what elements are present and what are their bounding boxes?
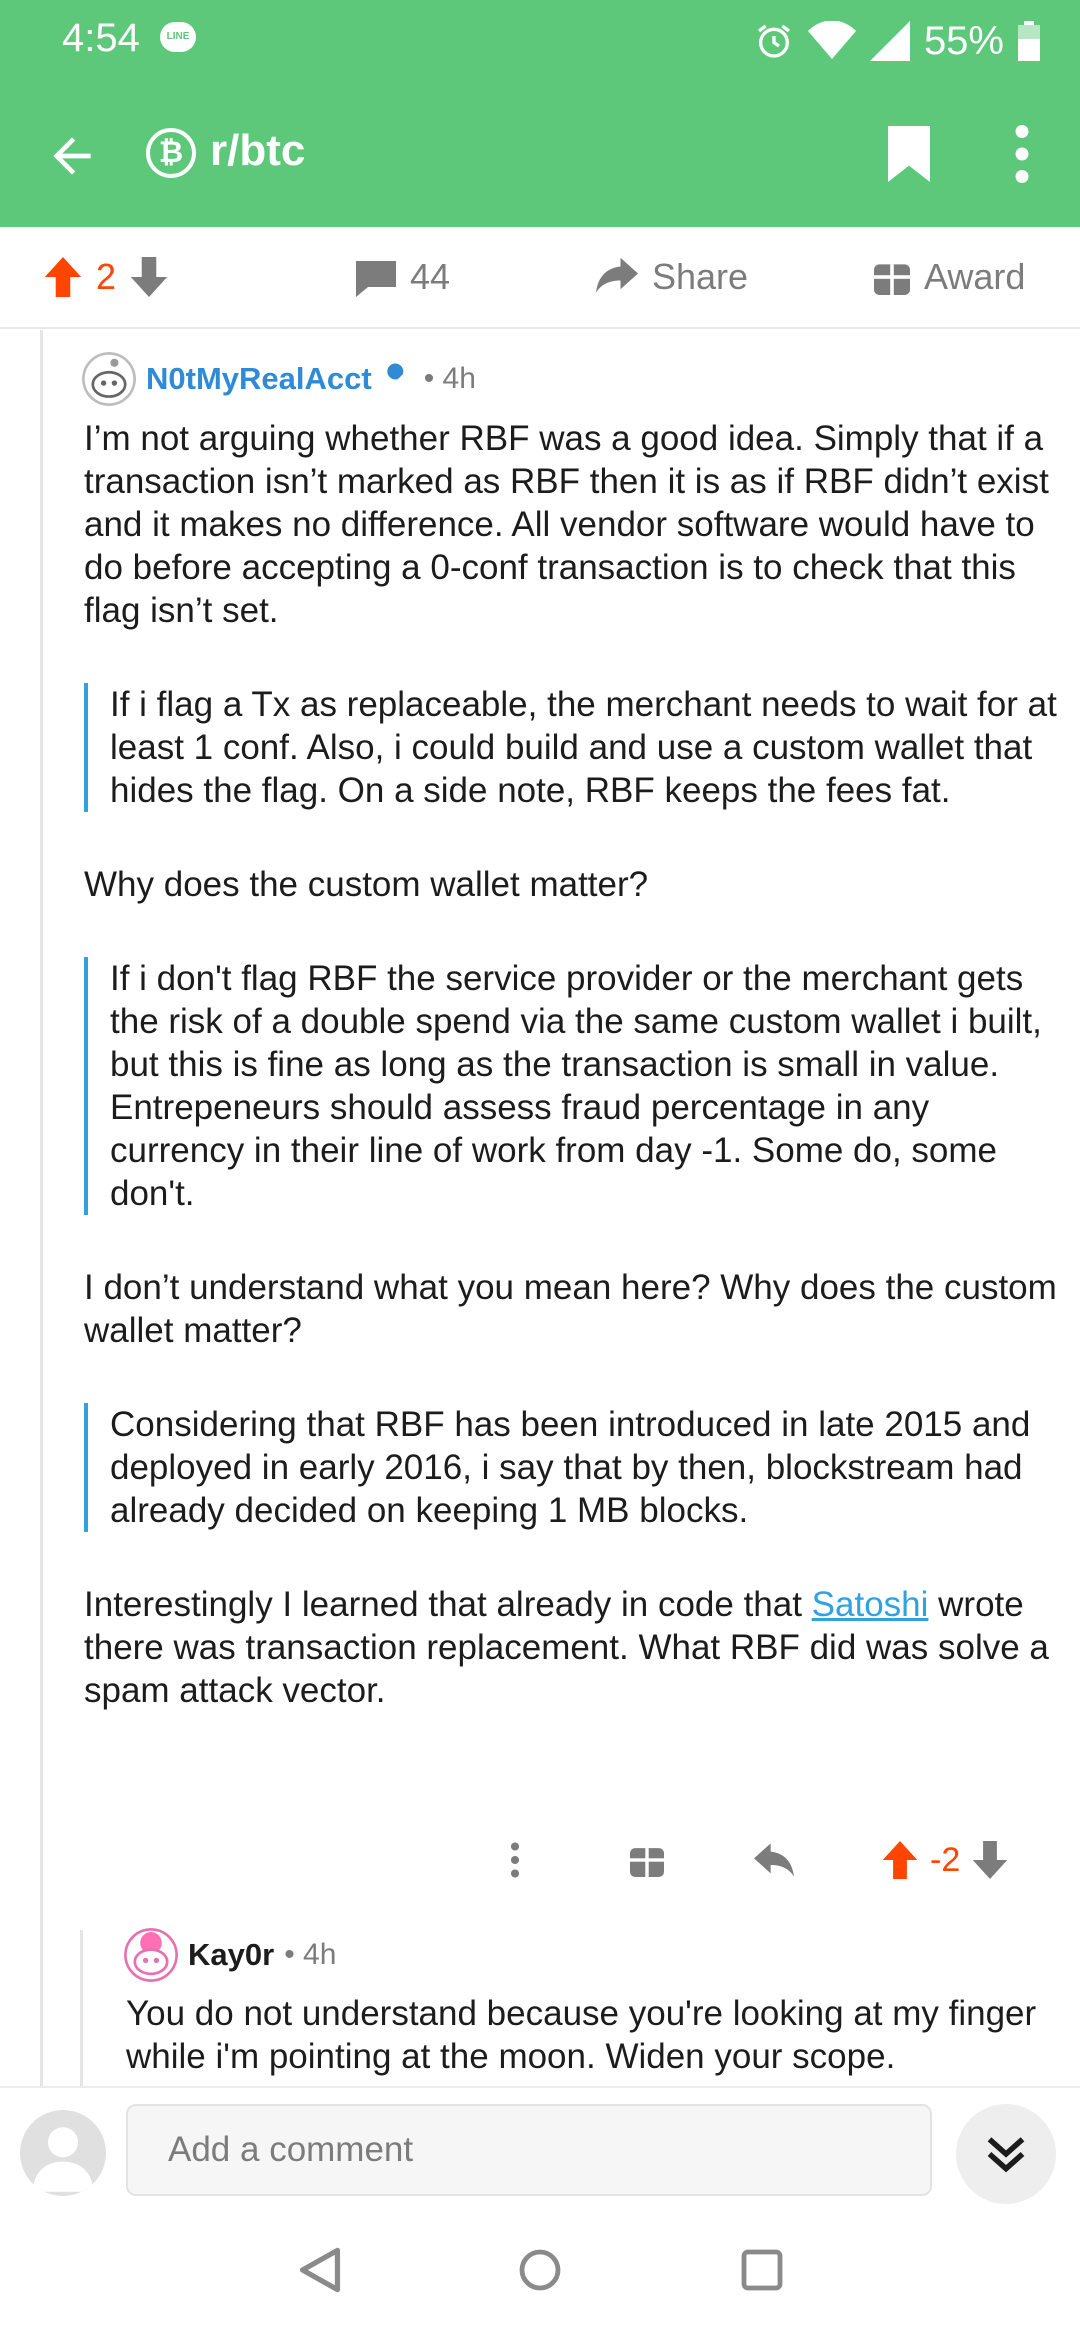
reply-thread-line[interactable]	[80, 1930, 83, 2090]
user-avatar[interactable]	[20, 2110, 106, 2196]
reply-arrow-icon	[754, 1843, 794, 1877]
comment-award-button[interactable]	[630, 1830, 664, 1890]
comment-paragraph: Why does the custom wallet matter?	[84, 865, 649, 904]
reply-header: Kay0r • 4h	[124, 1928, 336, 1982]
alarm-icon	[757, 24, 790, 58]
double-chevron-down-icon	[987, 2137, 1025, 2173]
quoted-text: If i don't flag RBF the service provider…	[84, 957, 1064, 1215]
downvote-icon[interactable]	[130, 257, 168, 297]
wifi-icon	[807, 21, 856, 59]
comments-button[interactable]: 44	[356, 227, 450, 327]
gift-icon	[630, 1848, 664, 1877]
thread-line[interactable]	[40, 330, 43, 2090]
share-button[interactable]: Share	[596, 227, 748, 327]
downvote-icon[interactable]	[972, 1841, 1008, 1879]
satoshi-link[interactable]: Satoshi	[812, 1585, 929, 1624]
nav-recents-icon[interactable]	[740, 2246, 784, 2294]
award-button[interactable]: Award	[874, 227, 1025, 327]
avatar[interactable]	[124, 1928, 178, 1982]
comment-paragraph: Interestingly I learned that already in …	[84, 1583, 1064, 1712]
upvote-icon[interactable]	[882, 1841, 918, 1879]
avatar[interactable]	[82, 352, 136, 406]
nav-back-icon[interactable]	[298, 2246, 342, 2294]
nav-home-icon[interactable]	[518, 2246, 562, 2294]
comment-author[interactable]: N0tMyRealAcct	[146, 361, 372, 397]
system-navigation-bar	[0, 2218, 1080, 2342]
line-notification-icon: LINE	[160, 22, 196, 52]
battery-percent: 55%	[923, 18, 1004, 63]
comment-action-bar: -2	[490, 1830, 1050, 1890]
comment-header: N0tMyRealAcct • 4h	[82, 352, 476, 406]
comment-bubble-icon	[356, 261, 396, 297]
award-label: Award	[924, 256, 1026, 297]
post-score: 2	[96, 256, 117, 297]
status-bar: 4:54 LINE 55%	[0, 0, 1080, 80]
app-bar: ₿ r/btc	[0, 100, 1080, 210]
vote-group: 2	[44, 227, 168, 327]
comment-count: 44	[410, 256, 451, 297]
reply-age: • 4h	[284, 1938, 337, 1971]
text-before-link: Interestingly I learned that already in …	[84, 1585, 812, 1624]
comment-age: • 4h	[423, 362, 476, 395]
user-silhouette-icon	[32, 2127, 94, 2192]
comment-vote-group: -2	[882, 1830, 1008, 1890]
moderator-wrench-icon	[384, 363, 403, 392]
signal-icon	[869, 21, 910, 61]
status-time: 4:54	[62, 16, 140, 60]
comment-paragraph: I’m not arguing whether RBF was a good i…	[84, 419, 1049, 630]
comment-paragraph: I don’t understand what you mean here? W…	[84, 1268, 1057, 1350]
share-label: Share	[652, 256, 749, 297]
subreddit-name[interactable]: r/btc	[210, 126, 305, 176]
more-vertical-icon	[510, 1842, 520, 1878]
bottom-bar	[0, 2086, 1080, 2342]
comment-more-button[interactable]	[510, 1830, 520, 1890]
subreddit-icon[interactable]: ₿	[146, 128, 196, 178]
more-vertical-icon[interactable]	[1010, 124, 1034, 184]
collapse-comments-button[interactable]	[956, 2104, 1056, 2204]
comment-body: I’m not arguing whether RBF was a good i…	[84, 417, 1064, 1763]
quoted-text: If i flag a Tx as replaceable, the merch…	[84, 683, 1064, 812]
reply-body: You do not understand because you're loo…	[126, 1994, 1037, 2076]
add-comment-input[interactable]	[126, 2104, 932, 2196]
reply-author[interactable]: Kay0r	[188, 1937, 274, 1973]
comment-reply-button[interactable]	[754, 1830, 794, 1890]
back-arrow-icon[interactable]	[44, 128, 100, 184]
bookmark-icon[interactable]	[884, 126, 934, 182]
quoted-text: Considering that RBF has been introduced…	[84, 1403, 1064, 1532]
share-arrow-icon	[596, 257, 638, 293]
post-action-bar: 2 44 Share Award	[0, 227, 1080, 329]
upvote-icon[interactable]	[44, 257, 82, 297]
status-icons: 55%	[754, 16, 1040, 66]
battery-icon	[1018, 21, 1040, 61]
comment-score: -2	[930, 1840, 961, 1879]
gift-icon	[874, 264, 910, 295]
